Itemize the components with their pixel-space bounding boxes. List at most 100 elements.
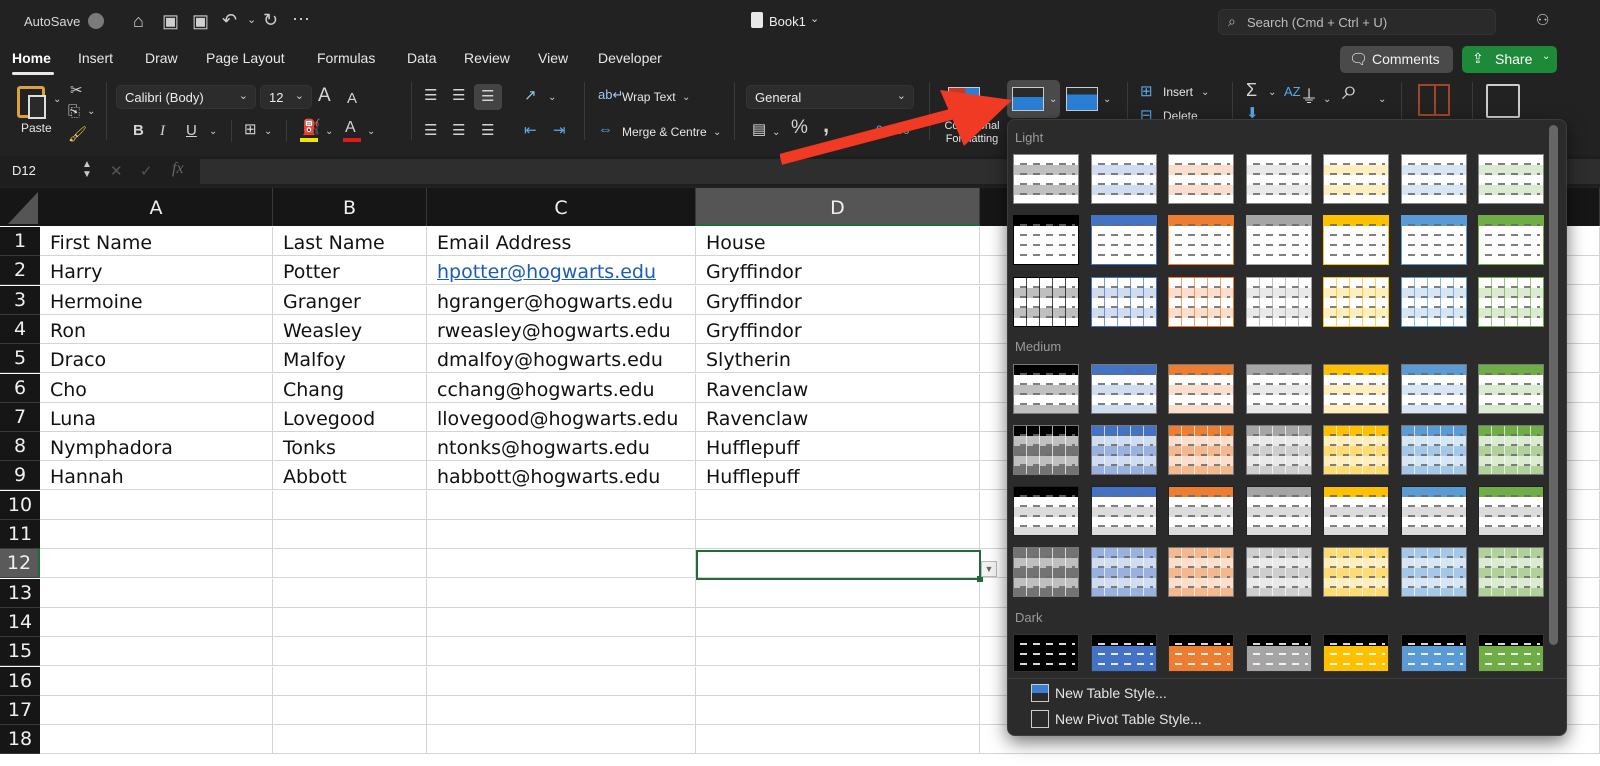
accounting-format-icon[interactable]: ▤ (752, 122, 766, 138)
row-header-12[interactable]: 12 (0, 549, 40, 579)
cell-c5[interactable]: dmalfoy@hogwarts.edu (427, 344, 696, 374)
merge-centre-icon[interactable]: ⇔ (598, 122, 613, 138)
table-style-swatch[interactable] (1323, 364, 1389, 414)
table-style-swatch[interactable] (1013, 634, 1079, 672)
add-ins-icon[interactable] (1418, 84, 1450, 116)
account-icon[interactable]: ⚇ (1536, 12, 1549, 30)
table-style-swatch[interactable] (1323, 425, 1389, 475)
align-left-icon[interactable]: ☰ (424, 123, 437, 139)
column-header-a[interactable]: A (40, 188, 273, 226)
chevron-down-icon[interactable]: ⌄ (1049, 94, 1057, 105)
copy-icon[interactable]: ⎘ (68, 104, 80, 120)
new-pivot-table-style-item[interactable]: New Pivot Table Style... (1055, 711, 1202, 727)
cancel-formula-button[interactable]: ✕ (110, 162, 123, 180)
cell-d17[interactable] (696, 695, 980, 725)
align-center-icon[interactable]: ☰ (452, 123, 465, 139)
merge-centre-button[interactable]: Merge & Centre (622, 125, 707, 139)
table-style-swatch[interactable] (1245, 215, 1312, 265)
tab-home[interactable]: Home (12, 50, 51, 66)
table-style-swatch[interactable] (1090, 215, 1157, 265)
borders-icon[interactable]: ⊞ (244, 122, 257, 138)
cell-b17[interactable] (273, 695, 427, 725)
table-style-swatch[interactable] (1090, 634, 1157, 672)
cell-a8[interactable]: Nymphadora (40, 432, 273, 462)
save-as-icon[interactable]: ▣ (192, 12, 209, 30)
row-header-10[interactable]: 10 (0, 490, 40, 520)
font-size-dropdown[interactable]: 12 ⌄ (260, 85, 312, 109)
cell-c10[interactable] (427, 490, 696, 520)
redo-icon[interactable]: ↻ (263, 11, 278, 29)
row-header-18[interactable]: 18 (0, 725, 40, 755)
table-style-swatch[interactable] (1168, 277, 1234, 327)
align-top-icon[interactable]: ☰ (424, 88, 437, 104)
decrease-indent-icon[interactable]: ⇤ (524, 123, 537, 139)
table-style-swatch[interactable] (1478, 277, 1544, 327)
align-middle-icon[interactable]: ☰ (452, 88, 465, 104)
table-style-swatch[interactable] (1245, 547, 1312, 597)
row-header-7[interactable]: 7 (0, 402, 40, 432)
cell-a11[interactable] (40, 520, 273, 549)
chevron-down-icon[interactable]: ⌄ (1201, 87, 1209, 98)
enter-formula-button[interactable]: ✓ (140, 162, 153, 180)
table-style-swatch[interactable] (1168, 215, 1234, 265)
table-style-swatch[interactable] (1245, 277, 1312, 327)
row-header-15[interactable]: 15 (0, 637, 40, 667)
cell-a5[interactable]: Draco (40, 344, 273, 374)
cell-a1[interactable]: First Name (40, 227, 273, 256)
column-header-b[interactable]: B (273, 188, 427, 226)
cell-a12[interactable] (40, 549, 273, 579)
cell-d1[interactable]: House (696, 227, 980, 256)
cell-d14[interactable] (696, 607, 980, 637)
table-style-swatch[interactable] (1168, 547, 1234, 597)
select-all-button[interactable] (0, 188, 40, 226)
cell-a14[interactable] (40, 607, 273, 637)
filter-icon[interactable]: ⏚ (1300, 88, 1318, 106)
cell-b9[interactable]: Abbott (273, 461, 427, 491)
table-style-swatch[interactable] (1400, 364, 1467, 414)
table-style-swatch[interactable] (1168, 364, 1234, 414)
table-style-swatch[interactable] (1478, 154, 1544, 204)
chevron-down-icon[interactable]: ⌄ (264, 126, 272, 137)
fill-color-icon[interactable]: ⛽ (302, 120, 321, 136)
table-style-swatch[interactable] (1090, 277, 1157, 327)
document-title[interactable]: Book1 (769, 14, 806, 29)
cell-d8[interactable]: Hufflepuff (696, 432, 980, 462)
table-style-swatch[interactable] (1323, 154, 1389, 204)
table-style-swatch[interactable] (1400, 154, 1467, 204)
cell-a10[interactable] (40, 490, 273, 520)
cell-b3[interactable]: Granger (273, 285, 427, 315)
table-style-swatch[interactable] (1013, 364, 1079, 414)
tab-data[interactable]: Data (407, 50, 437, 66)
find-select-icon[interactable]: ⌕ (1342, 76, 1358, 104)
cell-styles-icon[interactable] (1066, 87, 1098, 111)
cell-b18[interactable] (273, 725, 427, 755)
insert-cells-icon[interactable]: ⊞ (1140, 84, 1153, 100)
table-style-swatch[interactable] (1245, 634, 1312, 672)
cell-a15[interactable] (40, 637, 273, 667)
row-header-5[interactable]: 5 (0, 344, 40, 374)
table-style-swatch[interactable] (1168, 634, 1234, 672)
cell-c16[interactable] (427, 666, 696, 696)
tab-insert[interactable]: Insert (78, 50, 113, 66)
table-style-swatch[interactable] (1400, 277, 1467, 327)
comments-button[interactable]: 🗨 Comments (1340, 46, 1453, 73)
table-style-swatch[interactable] (1323, 277, 1389, 327)
italic-button[interactable]: I (160, 123, 165, 139)
chevron-down-icon[interactable]: ⌄ (1268, 87, 1276, 98)
chevron-down-icon[interactable]: ⌄ (87, 106, 95, 117)
cell-b12[interactable] (273, 549, 427, 579)
table-style-swatch[interactable] (1245, 486, 1312, 536)
row-header-6[interactable]: 6 (0, 373, 40, 403)
cell-d6[interactable]: Ravenclaw (696, 373, 980, 403)
cell-b15[interactable] (273, 637, 427, 667)
underline-button[interactable]: U (186, 123, 197, 139)
cell-b16[interactable] (273, 666, 427, 696)
search-input[interactable]: ⌕ Search (Cmd + Ctrl + U) (1218, 9, 1496, 35)
active-cell-outline[interactable] (696, 550, 981, 580)
chevron-down-icon[interactable]: ⌄ (1103, 94, 1111, 105)
row-header-9[interactable]: 9 (0, 461, 40, 491)
table-style-swatch[interactable] (1478, 547, 1544, 597)
cell-c13[interactable] (427, 578, 696, 608)
cell-a17[interactable] (40, 695, 273, 725)
analyze-data-icon[interactable] (1486, 84, 1520, 118)
